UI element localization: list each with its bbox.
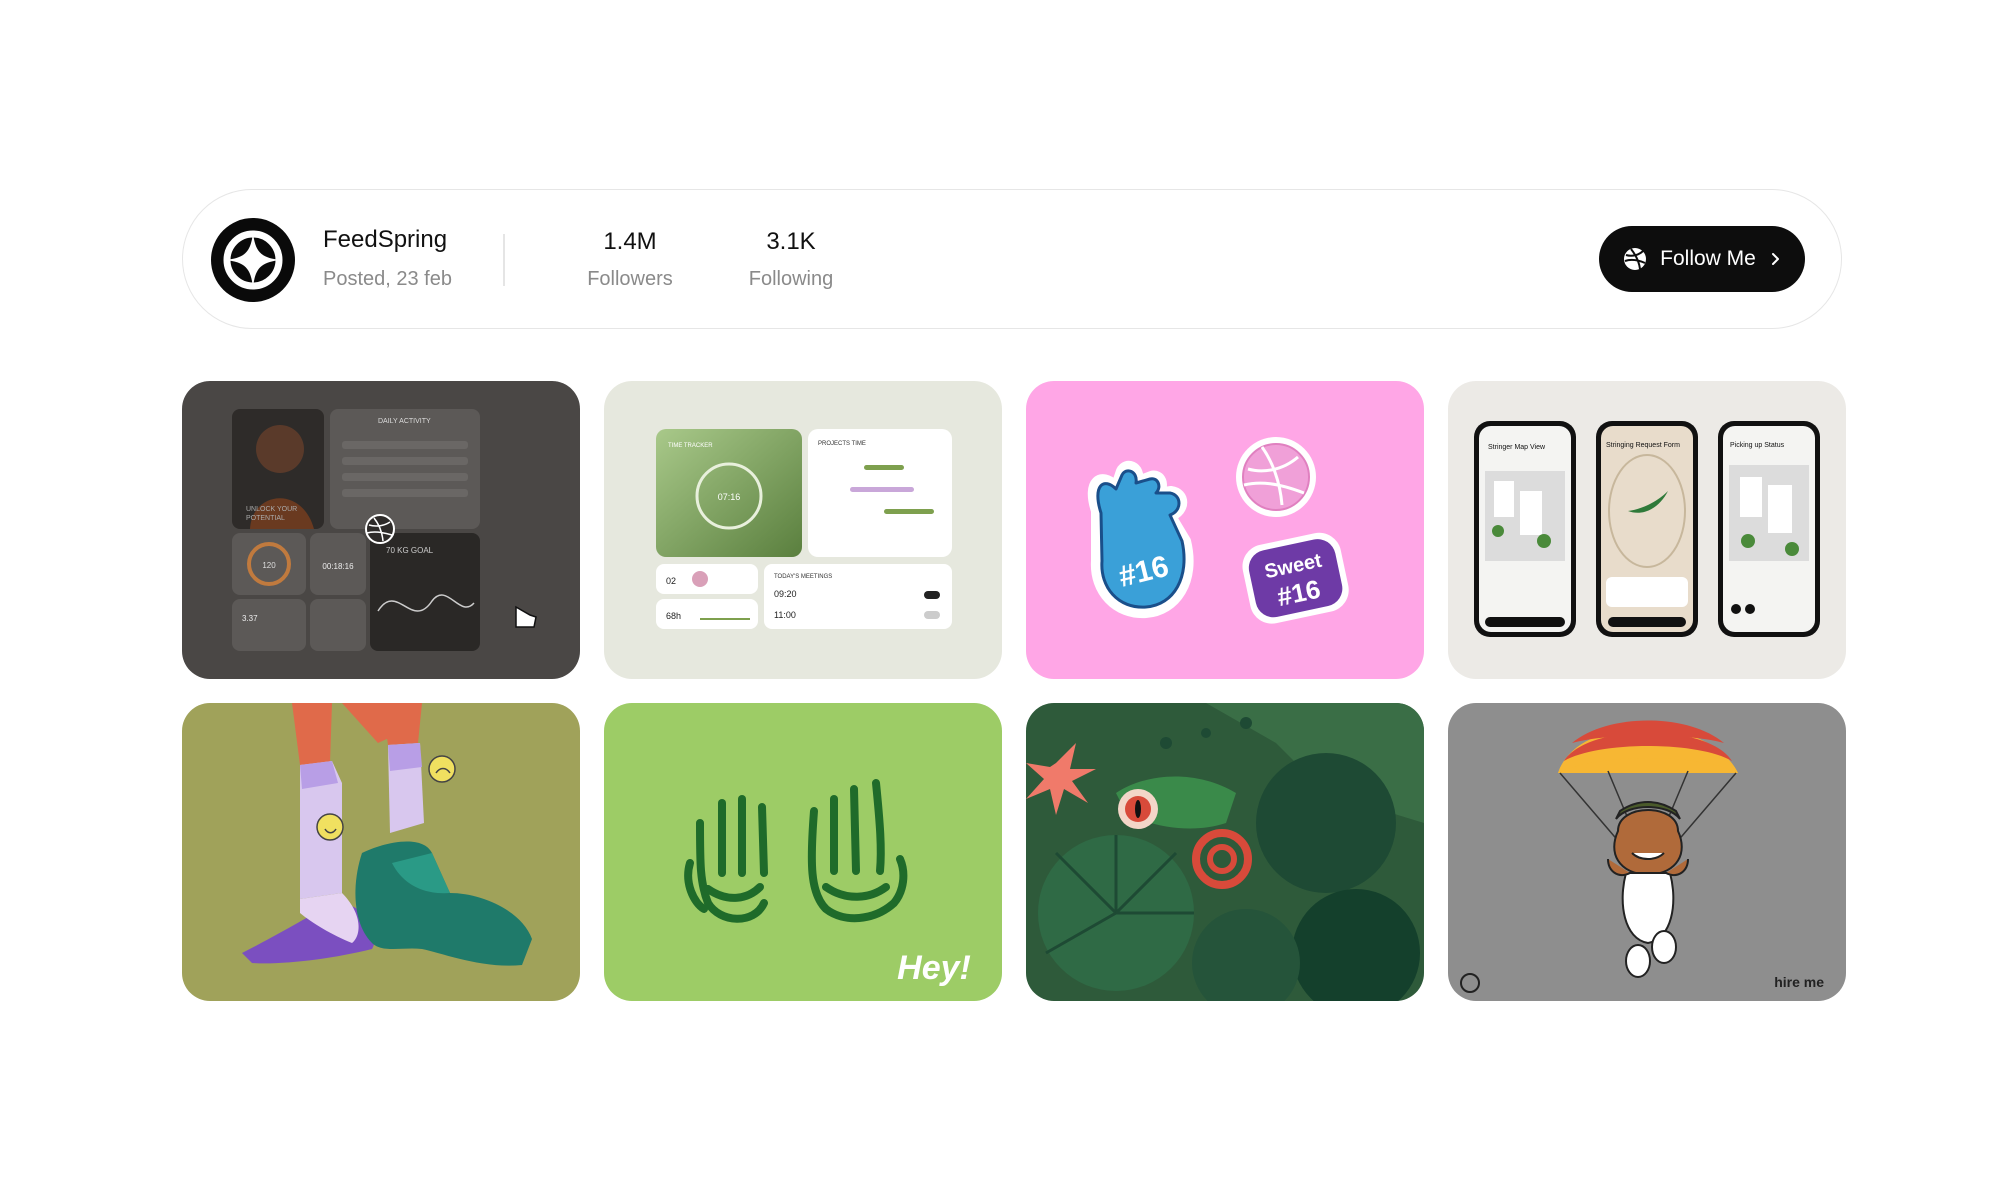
- following-label: Following: [748, 268, 834, 290]
- follow-me-label: Follow Me: [1660, 247, 1756, 270]
- mobile-app-artwork: Stringer Map View Stringing Request Form…: [1448, 381, 1846, 679]
- timer-text: 00:18:16: [322, 562, 354, 571]
- shot-fitness-dashboard[interactable]: UNLOCK YOUR POTENTIAL DAILY ACTIVITY 120…: [182, 381, 580, 679]
- weight-text: 3.37: [242, 614, 258, 623]
- unlock-text: UNLOCK YOUR: [246, 506, 297, 513]
- projects-title: PROJECTS TIME: [818, 441, 866, 447]
- phone-2-title: Stringing Request Form: [1606, 442, 1680, 449]
- stickers-artwork: #16 Sweet #16: [1026, 381, 1424, 679]
- ring-time: 07:16: [718, 492, 741, 502]
- time-tracker-artwork: TIME TRACKER 07:16 PROJECTS TIME 02 68h …: [604, 381, 1002, 679]
- fitness-dashboard-artwork: UNLOCK YOUR POTENTIAL DAILY ACTIVITY 120…: [182, 381, 580, 679]
- phone-1-title: Stringer Map View: [1488, 444, 1546, 451]
- daily-activity-text: DAILY ACTIVITY: [378, 418, 431, 425]
- posted-date: Posted, 23 feb: [323, 268, 452, 290]
- followers-label: Followers: [587, 268, 673, 290]
- phone-3-title: Picking up Status: [1730, 442, 1785, 449]
- hey-artwork: Hey!: [604, 703, 1002, 1001]
- parachute-artwork: hire me: [1448, 703, 1846, 1001]
- follow-me-button[interactable]: Follow Me: [1599, 226, 1805, 292]
- hey-wordmark: Hey!: [897, 949, 971, 987]
- shot-mobile-app[interactable]: Stringer Map View Stringing Request Form…: [1448, 381, 1846, 679]
- chameleon-artwork: [1026, 703, 1424, 1001]
- following-stat[interactable]: 3.1K Following: [711, 228, 871, 291]
- shot-socks-illustration[interactable]: [182, 703, 580, 1001]
- profile-card: FeedSpring Posted, 23 feb 1.4M Followers…: [182, 189, 1842, 329]
- shot-hey-logo[interactable]: Hey!: [604, 703, 1002, 1001]
- hours-text: 68h: [666, 611, 681, 621]
- divider: [503, 234, 505, 286]
- meetings-title: TODAY'S MEETINGS: [774, 574, 832, 580]
- gauge-text: 120: [262, 561, 276, 570]
- shot-chameleon-illustration[interactable]: [1026, 703, 1424, 1001]
- dribbble-icon: [1624, 248, 1647, 270]
- followers-stat[interactable]: 1.4M Followers: [550, 228, 710, 291]
- followers-count: 1.4M: [603, 228, 657, 255]
- hire-me-text: hire me: [1774, 974, 1824, 990]
- following-count: 3.1K: [766, 228, 816, 255]
- shot-parachute-dog[interactable]: hire me: [1448, 703, 1846, 1001]
- chevron-right-icon: [1771, 253, 1779, 265]
- goal-text: 70 KG GOAL: [386, 546, 434, 555]
- count-text: 02: [666, 576, 676, 586]
- socks-artwork: [182, 703, 580, 1001]
- meeting-1: 09:20: [774, 589, 797, 599]
- shot-time-tracker[interactable]: TIME TRACKER 07:16 PROJECTS TIME 02 68h …: [604, 381, 1002, 679]
- meeting-2: 11:00: [774, 610, 796, 620]
- avatar[interactable]: [211, 218, 295, 302]
- shot-stickers[interactable]: #16 Sweet #16: [1026, 381, 1424, 679]
- potential-text: POTENTIAL: [246, 515, 285, 522]
- profile-name[interactable]: FeedSpring: [323, 226, 447, 254]
- tracker-title: TIME TRACKER: [668, 443, 713, 449]
- star-logo-icon: [223, 230, 283, 290]
